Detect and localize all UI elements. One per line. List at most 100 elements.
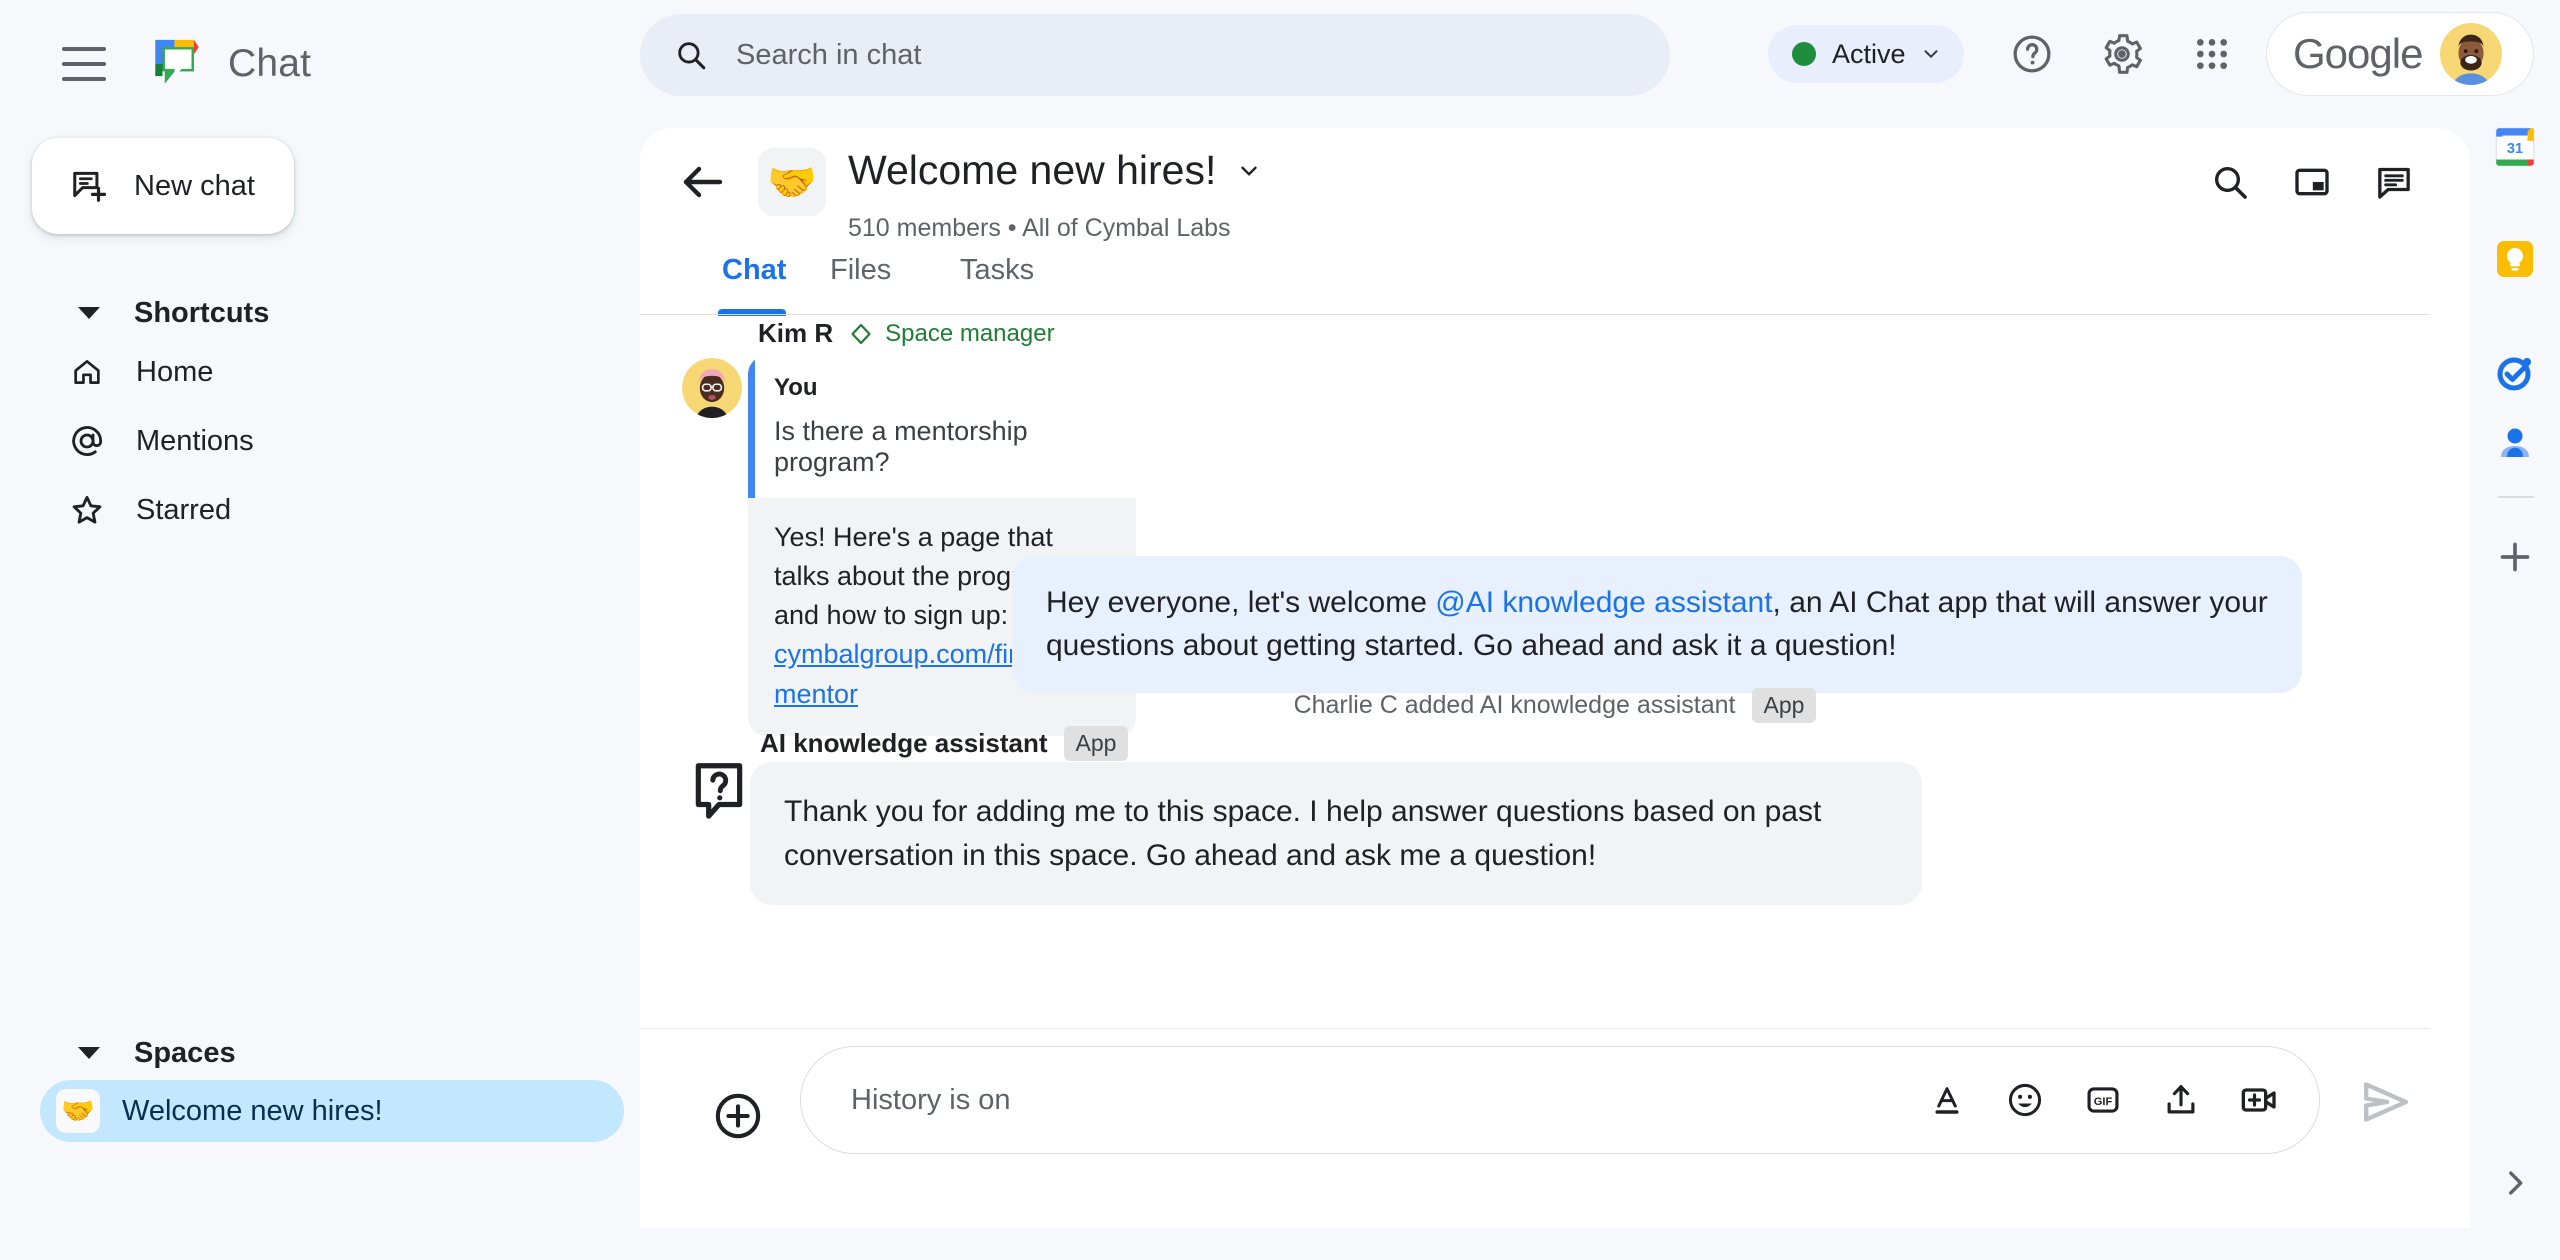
apps-button[interactable]	[2180, 22, 2244, 86]
plus-icon	[2500, 542, 2530, 572]
format-text-button[interactable]	[1925, 1078, 1969, 1122]
search-in-space-button[interactable]	[2198, 150, 2262, 214]
message-input-placeholder: History is on	[851, 1083, 1011, 1116]
conversation-list: Kim R Space manager You Is there a mento…	[640, 318, 2470, 1038]
home-icon	[68, 353, 106, 391]
send-button[interactable]	[2358, 1074, 2414, 1130]
search-input[interactable]: Search in chat	[640, 14, 1670, 96]
emoji-icon	[2008, 1083, 2042, 1117]
search-placeholder: Search in chat	[736, 38, 922, 71]
new-chat-button[interactable]: New chat	[32, 138, 294, 234]
chat-panel-button[interactable]	[2362, 150, 2426, 214]
quote-author: You	[774, 374, 818, 401]
caret-down-icon	[78, 307, 100, 319]
sidebar-item-label: Mentions	[136, 424, 254, 457]
diamond-icon	[851, 323, 871, 344]
settings-button[interactable]	[2090, 22, 2154, 86]
user-avatar	[2440, 23, 2503, 85]
kim-avatar	[682, 358, 742, 418]
question-bubble-icon	[695, 763, 743, 819]
format-text-icon	[1935, 1087, 1959, 1114]
svg-text:GIF: GIF	[2094, 1096, 2113, 1108]
avatar	[682, 358, 742, 418]
brand: Chat	[148, 35, 311, 93]
quote-text: Is there a mentorship program?	[774, 416, 1028, 477]
help-button[interactable]	[2000, 22, 2064, 86]
sidebar-item-starred[interactable]: Starred	[24, 482, 584, 538]
tab-chat[interactable]: Chat	[722, 246, 786, 314]
status-dot	[1792, 42, 1816, 66]
space-header: 🤝 Welcome new hires! 510 members • All o…	[640, 128, 2470, 242]
at-mention-icon	[68, 422, 106, 460]
expand-panel-button[interactable]	[2498, 1166, 2532, 1200]
contacts-person-icon	[2501, 428, 2529, 457]
message-author-row: Kim R Space manager	[758, 318, 1055, 349]
rail-divider	[2498, 496, 2534, 498]
back-arrow-icon[interactable]	[678, 158, 726, 206]
spaces-section-header[interactable]: Spaces	[0, 1028, 236, 1078]
help-circle-icon	[2013, 35, 2051, 73]
message-input[interactable]: History is on GIF	[800, 1046, 2320, 1154]
new-chat-label: New chat	[134, 169, 255, 202]
google-keep-button[interactable]	[2486, 230, 2544, 288]
add-app-button[interactable]	[2486, 528, 2544, 586]
calendar-day: 31	[2507, 141, 2523, 157]
caret-down-icon	[78, 1047, 100, 1059]
app-badge: App	[1751, 688, 1817, 723]
tasks-check-icon	[2497, 357, 2531, 391]
shortcuts-title: Shortcuts	[134, 296, 270, 329]
space-header-actions	[2198, 150, 2426, 214]
sidebar-item-label: Welcome new hires!	[122, 1094, 383, 1127]
google-chat-logo	[155, 39, 199, 84]
gear-icon	[2104, 34, 2142, 74]
sidebar-item-mentions[interactable]: Mentions	[24, 413, 584, 469]
message-text-before: Hey everyone, let's welcome	[1046, 586, 1436, 619]
hamburger-menu-icon[interactable]	[62, 47, 106, 81]
mention-chip[interactable]: @AI knowledge assistant	[1435, 586, 1772, 619]
system-message-row: Charlie C added AI knowledge assistant A…	[640, 688, 2470, 723]
picture-in-picture-button[interactable]	[2280, 150, 2344, 214]
insert-gif-button[interactable]: GIF	[2081, 1078, 2125, 1122]
status-button[interactable]: Active	[1768, 25, 1964, 83]
brand-title: Chat	[228, 42, 312, 85]
tab-label: Chat	[722, 254, 787, 286]
search-icon	[678, 42, 706, 70]
add-attachment-button[interactable]	[712, 1090, 764, 1142]
chevron-down-icon	[1241, 166, 1258, 176]
quote-accent-bar	[748, 356, 755, 498]
upload-icon	[2167, 1085, 2195, 1114]
space-title-button[interactable]: Welcome new hires!	[848, 147, 1262, 194]
shortcuts-section-header[interactable]: Shortcuts	[0, 288, 269, 338]
composer-toolbar: GIF	[1925, 1078, 2281, 1122]
space-avatar-handshake-icon: 🤝	[758, 148, 826, 216]
account-button[interactable]: Google	[2266, 12, 2534, 96]
message-author: AI knowledge assistant	[760, 728, 1048, 758]
chat-bubble-icon	[2378, 167, 2410, 199]
upload-file-button[interactable]	[2159, 1078, 2203, 1122]
handshake-icon: 🤝	[56, 1089, 100, 1133]
google-calendar-button[interactable]: 31	[2486, 118, 2544, 176]
search-icon	[2215, 167, 2247, 199]
picture-in-picture-icon	[2295, 168, 2329, 196]
system-message-text: Charlie C added AI knowledge assistant	[1293, 691, 1736, 719]
message-text: Thank you for adding me to this space. I…	[784, 795, 1822, 872]
space-tabs: Chat Files Tasks	[640, 246, 2470, 316]
avatar	[2440, 23, 2503, 85]
sidebar-item-home[interactable]: Home	[24, 344, 584, 400]
insert-emoji-button[interactable]	[2003, 1078, 2047, 1122]
bot-author-row: AI knowledge assistant App	[760, 726, 1129, 761]
sidebar-item-welcome-new-hires[interactable]: 🤝 Welcome new hires!	[40, 1080, 624, 1142]
add-video-meeting-button[interactable]	[2237, 1078, 2281, 1122]
spaces-title: Spaces	[134, 1036, 236, 1069]
keep-bulb-icon	[2497, 241, 2533, 277]
tab-tasks[interactable]: Tasks	[960, 246, 1034, 314]
google-chat-app: Chat Search in chat Active Google New ch…	[0, 0, 2560, 1260]
google-contacts-button[interactable]	[2486, 414, 2544, 472]
side-apps-rail: 31	[2470, 127, 2560, 1260]
google-tasks-button[interactable]	[2486, 344, 2544, 402]
tabs-divider	[640, 314, 2430, 315]
role-badge: Space manager	[885, 319, 1055, 347]
star-icon	[68, 491, 106, 529]
tab-files[interactable]: Files	[830, 246, 891, 314]
message-author: Kim R	[758, 318, 834, 348]
